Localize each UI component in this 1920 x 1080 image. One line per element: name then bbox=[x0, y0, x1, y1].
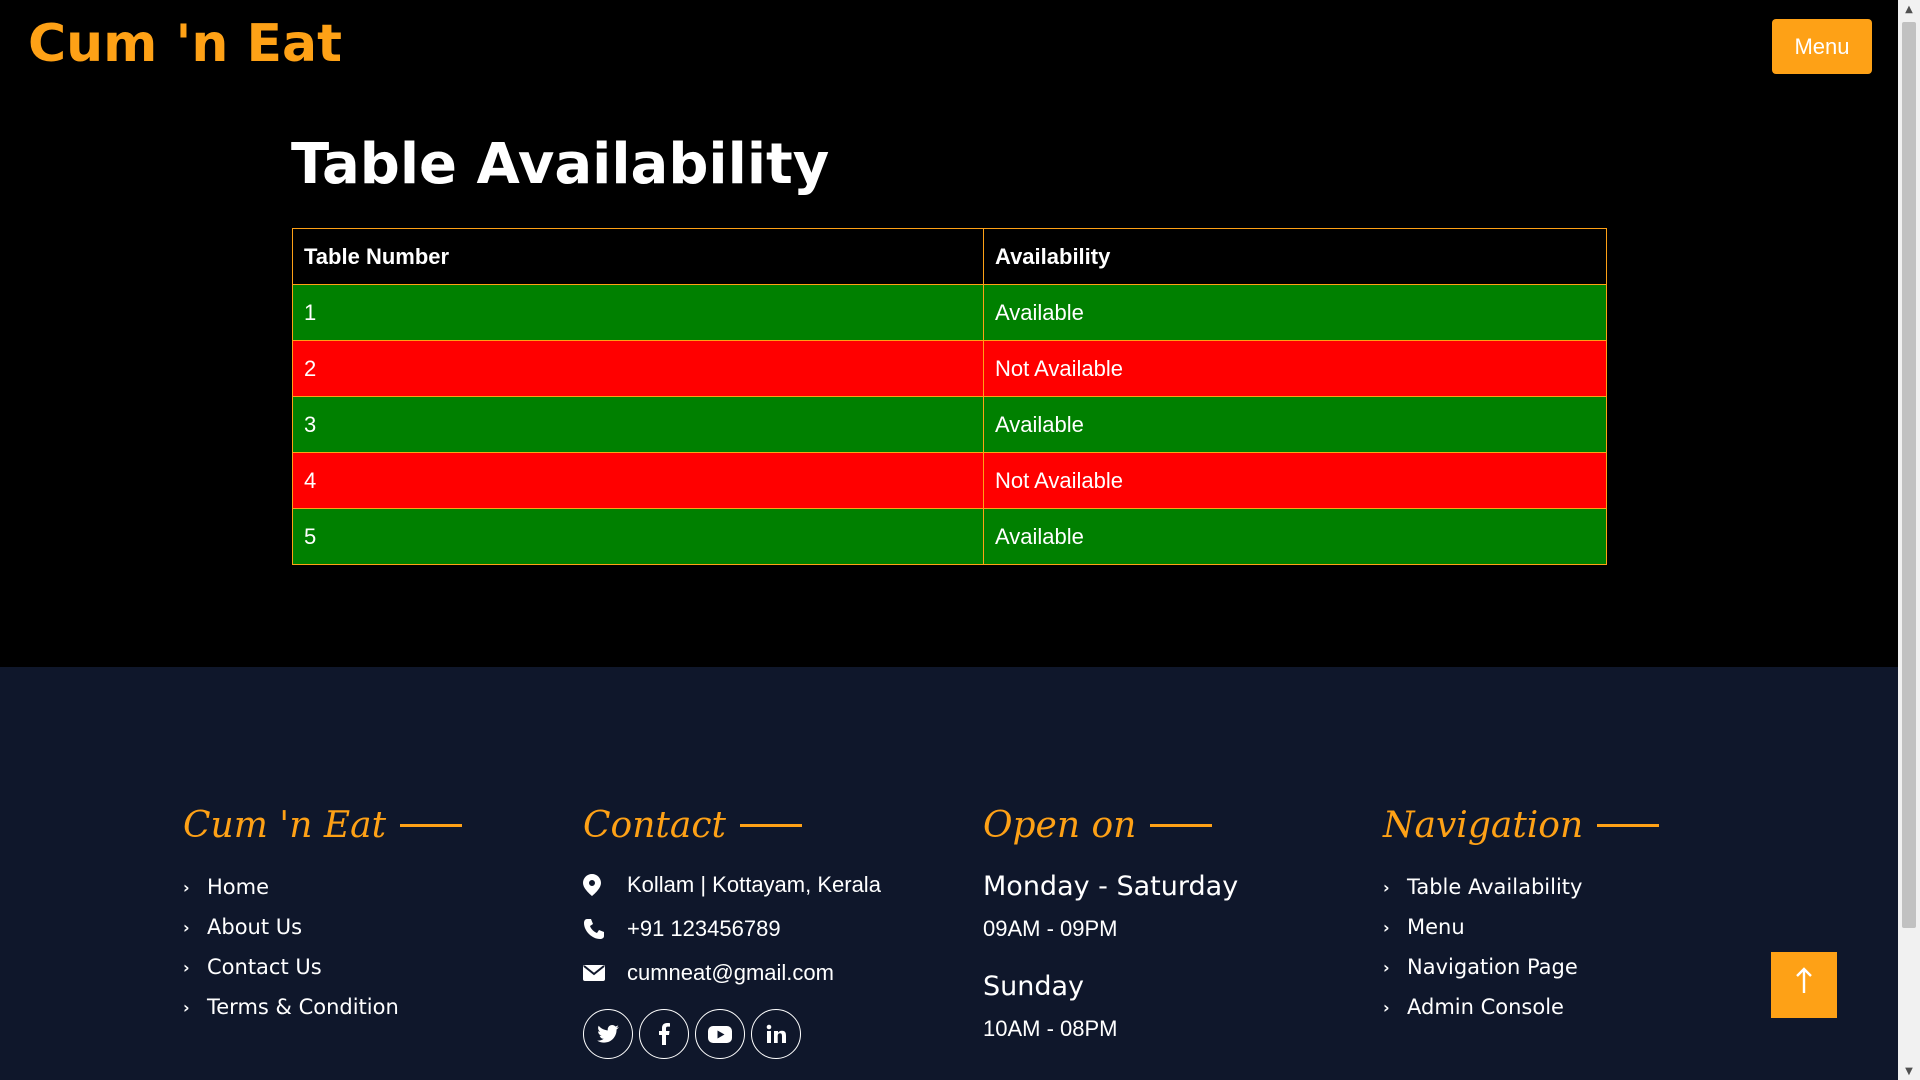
social-links bbox=[583, 1009, 881, 1059]
chevron-right-icon: › bbox=[1383, 877, 1390, 897]
table-row: 4 Not Available bbox=[292, 452, 1607, 509]
footer-link-terms[interactable]: › Terms & Condition bbox=[183, 987, 462, 1027]
menu-button[interactable]: Menu bbox=[1772, 19, 1872, 74]
footer-link-label: Admin Console bbox=[1407, 995, 1564, 1019]
availability-cell: Available bbox=[983, 284, 1607, 341]
contact-address-text: Kollam | Kottayam, Kerala bbox=[627, 872, 881, 897]
facebook-icon[interactable] bbox=[639, 1009, 689, 1059]
footer-contact-title: Contact bbox=[583, 804, 726, 846]
chevron-right-icon: › bbox=[183, 997, 190, 1017]
scroll-up-arrow-icon[interactable]: ▲ bbox=[1898, 0, 1920, 18]
footer-navigation-heading: Navigation bbox=[1383, 795, 1660, 855]
footer-contact-column: Contact Kollam | Kottayam, Kerala +91 12… bbox=[583, 795, 881, 1059]
arrow-up-icon bbox=[1794, 967, 1814, 1003]
table-number-cell: 5 bbox=[292, 508, 984, 565]
scroll-down-arrow-icon[interactable]: ▼ bbox=[1898, 1062, 1920, 1080]
table-number-cell: 4 bbox=[292, 452, 984, 509]
brand-logo[interactable]: Cum 'n Eat bbox=[28, 14, 342, 74]
chevron-right-icon: › bbox=[183, 917, 190, 937]
availability-cell: Not Available bbox=[983, 340, 1607, 397]
table-row: 2 Not Available bbox=[292, 340, 1607, 397]
availability-cell: Not Available bbox=[983, 452, 1607, 509]
footer-link-contact[interactable]: › Contact Us bbox=[183, 947, 462, 987]
footer-hours-heading: Open on bbox=[983, 795, 1238, 855]
site-header: Cum 'n Eat Menu bbox=[0, 0, 1898, 95]
open-days-weekday: Monday - Saturday bbox=[983, 870, 1239, 902]
contact-phone: +91 123456789 bbox=[583, 907, 881, 951]
footer-brand-title: Cum 'n Eat bbox=[183, 804, 387, 846]
footer-link-admin-console[interactable]: › Admin Console bbox=[1383, 987, 1659, 1027]
scrollbar-thumb[interactable] bbox=[1902, 22, 1916, 928]
footer-link-label: Menu bbox=[1407, 915, 1465, 939]
availability-cell: Available bbox=[983, 508, 1607, 565]
availability-cell: Available bbox=[983, 396, 1607, 453]
page-title: Table Availability bbox=[291, 132, 830, 197]
contact-phone-text: +91 123456789 bbox=[627, 916, 781, 941]
footer-link-label: Navigation Page bbox=[1407, 955, 1578, 979]
footer-link-label: Table Availability bbox=[1407, 875, 1583, 899]
footer-link-about[interactable]: › About Us bbox=[183, 907, 462, 947]
linkedin-icon[interactable] bbox=[751, 1009, 801, 1059]
footer-link-label: Contact Us bbox=[207, 955, 322, 979]
table-row: 3 Available bbox=[292, 396, 1607, 453]
open-hours-sunday: 10AM - 08PM bbox=[983, 1016, 1118, 1041]
youtube-icon[interactable] bbox=[695, 1009, 745, 1059]
footer-brand-heading: Cum 'n Eat bbox=[183, 795, 463, 855]
heading-underline bbox=[739, 823, 802, 827]
table-number-cell: 2 bbox=[292, 340, 984, 397]
table-header-row: Table Number Availability bbox=[292, 228, 1607, 285]
heading-underline bbox=[1150, 823, 1213, 827]
footer-navigation-column: Navigation › Table Availability › Menu › Na… bbox=[1383, 795, 1660, 1027]
chevron-right-icon: › bbox=[1383, 957, 1390, 977]
footer-navigation-title: Navigation bbox=[1383, 804, 1584, 846]
open-days-sunday: Sunday bbox=[983, 970, 1085, 1002]
chevron-right-icon: › bbox=[1383, 917, 1390, 937]
footer-contact-heading: Contact bbox=[583, 795, 881, 855]
column-header-availability: Availability bbox=[983, 228, 1607, 285]
envelope-icon bbox=[583, 965, 627, 981]
contact-address: Kollam | Kottayam, Kerala bbox=[583, 863, 881, 907]
footer-link-label: About Us bbox=[207, 915, 303, 939]
heading-underline bbox=[1597, 823, 1660, 827]
vertical-scrollbar[interactable]: ▲ ▼ bbox=[1898, 0, 1920, 1080]
open-hours-weekday: 09AM - 09PM bbox=[983, 916, 1118, 941]
contact-email-text: cumneat@gmail.com bbox=[627, 960, 834, 985]
footer-link-menu[interactable]: › Menu bbox=[1383, 907, 1659, 947]
footer-hours-title: Open on bbox=[983, 804, 1137, 846]
chevron-right-icon: › bbox=[183, 877, 190, 897]
map-marker-icon bbox=[583, 874, 627, 896]
footer-link-navigation-page[interactable]: › Navigation Page bbox=[1383, 947, 1659, 987]
back-to-top-button[interactable] bbox=[1771, 952, 1837, 1018]
contact-email: cumneat@gmail.com bbox=[583, 951, 881, 995]
chevron-right-icon: › bbox=[183, 957, 190, 977]
phone-icon bbox=[583, 918, 627, 940]
table-number-cell: 3 bbox=[292, 396, 984, 453]
heading-underline bbox=[400, 823, 463, 827]
twitter-icon[interactable] bbox=[583, 1009, 633, 1059]
footer-brand-column: Cum 'n Eat › Home › About Us › Contact Us ›… bbox=[183, 795, 463, 1027]
table-row: 5 Available bbox=[292, 508, 1607, 565]
table-number-cell: 1 bbox=[292, 284, 984, 341]
chevron-right-icon: › bbox=[1383, 997, 1390, 1017]
footer-hours-column: Open on Monday - Saturday 09AM - 09PM Su… bbox=[983, 795, 1238, 1063]
footer-link-table-availability[interactable]: › Table Availability bbox=[1383, 867, 1659, 907]
column-header-table-number: Table Number bbox=[292, 228, 984, 285]
site-footer: Cum 'n Eat › Home › About Us › Contact Us ›… bbox=[0, 667, 1898, 1080]
footer-link-label: Home bbox=[207, 875, 270, 899]
footer-link-label: Terms & Condition bbox=[207, 995, 399, 1019]
footer-link-home[interactable]: › Home bbox=[183, 867, 462, 907]
table-row: 1 Available bbox=[292, 284, 1607, 341]
availability-table: Table Number Availability 1 Available 2 … bbox=[292, 228, 1607, 565]
